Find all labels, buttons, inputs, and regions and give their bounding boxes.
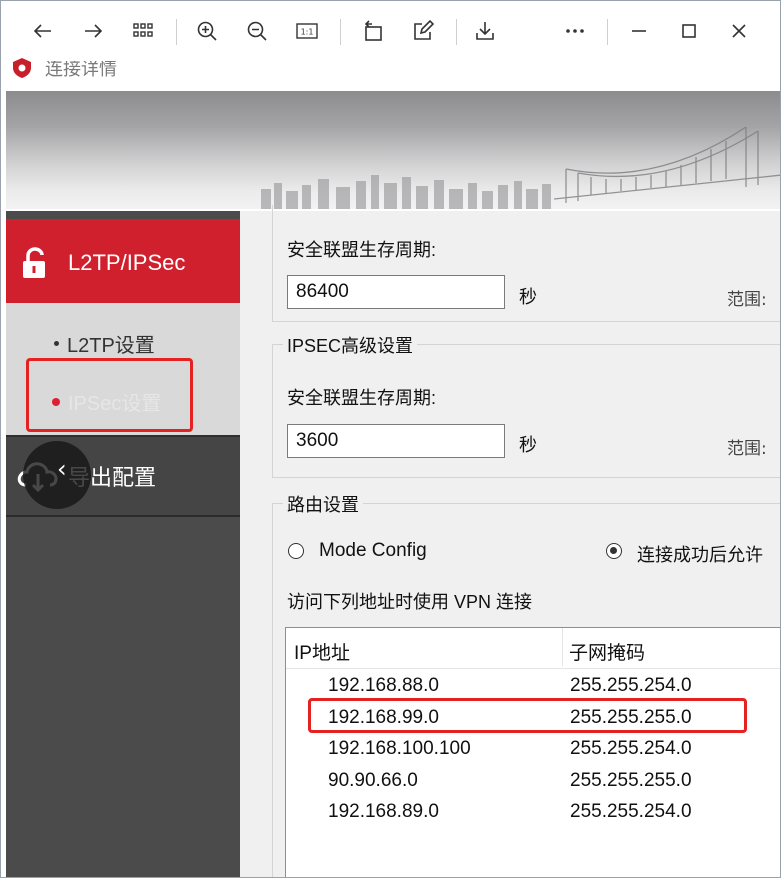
toolbar-separator	[340, 19, 341, 45]
bullet-dot	[54, 341, 59, 346]
range-label: 范围:	[727, 290, 767, 310]
header-banner	[6, 91, 780, 209]
more-icon[interactable]	[559, 15, 591, 47]
screenshot-frame: 1:1 连接详情 L2TP/IPSec L2TP设置 IPSec设置 导出配置 …	[0, 0, 781, 878]
route-table: IP地址 子网掩码 192.168.88.0 255.255.254.0 192…	[285, 627, 780, 877]
column-header-ip[interactable]: IP地址	[294, 638, 350, 665]
ip-cell: 90.90.66.0	[328, 770, 418, 791]
range-label: 范围:	[727, 439, 767, 459]
edit-icon[interactable]	[407, 15, 439, 47]
mask-cell: 255.255.254.0	[570, 738, 692, 759]
shield-logo-icon	[13, 58, 31, 78]
actual-size-icon[interactable]: 1:1	[291, 15, 323, 47]
sidebar-item-l2tp-settings[interactable]: L2TP设置	[54, 329, 155, 358]
mask-cell: 255.255.255.0	[570, 770, 692, 791]
column-separator	[562, 628, 563, 666]
mask-cell: 255.255.254.0	[570, 675, 692, 696]
grid-icon[interactable]	[127, 15, 159, 47]
viewer-toolbar: 1:1	[1, 1, 780, 63]
sa-lifetime-label: 安全联盟生存周期:	[287, 240, 437, 260]
seconds-unit-label: 秒	[519, 435, 537, 456]
toolbar-separator	[607, 19, 608, 45]
ipsec-advanced-title: IPSEC高级设置	[283, 332, 418, 358]
table-row[interactable]: 192.168.89.0 255.255.254.0	[286, 799, 780, 829]
seconds-unit-label: 秒	[519, 287, 537, 308]
zoom-in-icon[interactable]	[191, 15, 223, 47]
mask-cell: 255.255.254.0	[570, 801, 692, 822]
ipsec-sa-lifetime-label: 安全联盟生存周期:	[287, 388, 437, 408]
ip-cell: 192.168.100.100	[328, 738, 471, 759]
routing-title: 路由设置	[283, 491, 363, 517]
ipsec-sa-lifetime-input[interactable]: 3600	[287, 424, 505, 458]
ip-cell: 192.168.88.0	[328, 675, 439, 696]
city-skyline-image	[261, 126, 780, 209]
app-title-bar: 连接详情	[11, 57, 117, 80]
column-header-mask[interactable]: 子网掩码	[569, 638, 645, 665]
mode-config-label: Mode Config	[319, 540, 427, 561]
sa-lifetime-input[interactable]: 86400	[287, 275, 505, 309]
rotate-icon[interactable]	[357, 15, 389, 47]
sidebar: L2TP/IPSec L2TP设置 IPSec设置 导出配置	[6, 211, 240, 877]
after-connect-radio[interactable]	[606, 543, 622, 559]
sidebar-divider	[6, 515, 240, 517]
table-header: IP地址 子网掩码	[286, 628, 780, 669]
actual-size-label: 1:1	[301, 28, 314, 37]
after-connect-label: 连接成功后允许	[637, 545, 763, 565]
toolbar-separator	[176, 19, 177, 45]
sidebar-header-label: L2TP/IPSec	[68, 250, 186, 275]
close-icon[interactable]	[723, 15, 755, 47]
table-row[interactable]: 192.168.100.100 255.255.254.0	[286, 736, 780, 766]
ip-cell: 192.168.89.0	[328, 801, 439, 822]
forward-arrow-icon[interactable]	[77, 15, 109, 47]
zoom-out-icon[interactable]	[241, 15, 273, 47]
toolbar-separator	[456, 19, 457, 45]
highlight-box-route-row	[308, 698, 747, 733]
table-row[interactable]: 90.90.66.0 255.255.255.0	[286, 768, 780, 798]
unlock-icon	[23, 247, 45, 278]
app-title: 连接详情	[45, 59, 117, 80]
maximize-icon[interactable]	[673, 15, 705, 47]
sidebar-item-label: L2TP设置	[67, 335, 155, 357]
highlight-box-ipsec-settings	[26, 358, 193, 432]
chevron-left-icon: ‹	[57, 455, 67, 483]
back-arrow-icon[interactable]	[27, 15, 59, 47]
mode-config-radio[interactable]	[288, 543, 304, 559]
minimize-icon[interactable]	[623, 15, 655, 47]
download-icon[interactable]	[469, 15, 501, 47]
sidebar-header-l2tp-ipsec[interactable]: L2TP/IPSec	[6, 219, 240, 307]
vpn-access-label: 访问下列地址时使用 VPN 连接	[287, 592, 533, 612]
